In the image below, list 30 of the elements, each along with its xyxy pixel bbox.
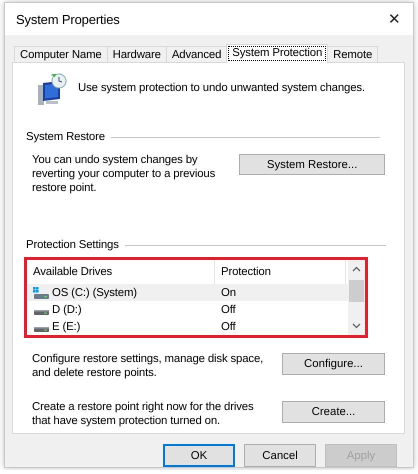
close-button[interactable]: ✕ [386,10,403,28]
scroll-down-icon[interactable] [352,323,361,329]
description-text: You can undo system changes by reverting your computer to a previous restore point. [32,153,216,195]
protection-status: Off [221,320,236,332]
tab[interactable]: Remote [327,46,378,63]
drive-name: D (D:) [52,304,82,316]
dialog-button[interactable]: OK [163,444,235,467]
protection-status: On [221,286,236,298]
section-heading: System Restore [26,131,105,143]
intro-text: Use system protection to undo unwanted system changes. [78,81,365,95]
description-text: Configure restore settings, manage disk space, and delete restore points. [32,352,264,380]
dialog-button[interactable]: Cancel [244,444,316,467]
description-text: Create a restore point right now for the drives that have system protection turned on. [32,400,255,428]
window-title: System Properties [16,12,120,26]
drive-icon [33,310,49,316]
drive-name: OS (C:) (System) [52,286,137,298]
create-button[interactable]: Create... [282,401,385,423]
tab[interactable]: Computer Name [14,46,108,63]
drive-row[interactable]: OS (C:) (System) On [27,284,348,301]
drive-icon [33,326,49,332]
configure-button[interactable]: Configure... [282,353,385,375]
system-drive-icon [33,286,49,298]
tab[interactable]: System Protection [226,44,328,63]
section-heading: Protection Settings [26,239,119,251]
scroll-up-icon[interactable] [352,266,361,272]
computer-restore-icon [36,73,68,107]
system-restore-button[interactable]: System Restore... [239,154,385,175]
scrollbar[interactable] [348,260,365,335]
drive-name: E (E:) [52,320,80,332]
protection-status: Off [221,304,236,316]
